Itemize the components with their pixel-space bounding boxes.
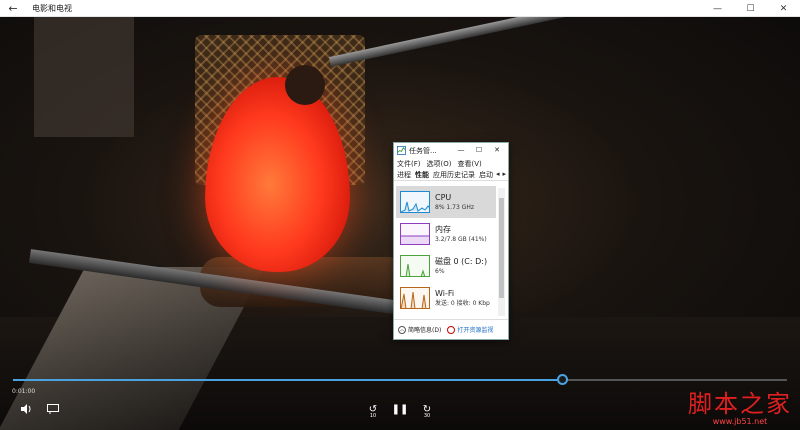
disk-graph <box>400 255 430 277</box>
tm-resource-list: CPU 8% 1.73 GHz 内存 3.2/7.8 GB (41%) 磁盘 0… <box>396 186 496 317</box>
chevron-up-icon: ︿ <box>398 325 406 334</box>
fewer-details-label: 简略信息(D) <box>408 327 442 334</box>
video-scene-wall <box>34 17 134 137</box>
tm-menu-bar: 文件(F) 选项(O) 查看(V) <box>394 158 508 169</box>
tm-footer: ︿ 简略信息(D) 打开资源监视 <box>394 319 508 339</box>
tm-tab-bar: 进程 性能 应用历史记录 启动 ◂ ▸ <box>394 169 508 181</box>
open-resource-monitor-link[interactable]: 打开资源监视 <box>447 325 493 334</box>
watermark-url: www.jb51.net <box>712 417 768 426</box>
tm-scrollbar[interactable] <box>498 188 505 316</box>
title-bar: ← 电影和电视 — ☐ ✕ <box>0 0 800 17</box>
tm-minimize-button[interactable]: — <box>452 143 470 158</box>
tm-close-button[interactable]: ✕ <box>488 143 506 158</box>
watermark: 脚本之家 www.jb51.net <box>688 391 792 426</box>
forward-seconds: 30 <box>423 413 431 419</box>
task-manager-window[interactable]: 任务管... — ☐ ✕ 文件(F) 选项(O) 查看(V) 进程 性能 应用历… <box>393 142 509 340</box>
tm-item-memory[interactable]: 内存 3.2/7.8 GB (41%) <box>396 218 496 250</box>
minimize-button[interactable]: — <box>701 0 734 17</box>
seek-thumb[interactable] <box>557 374 569 385</box>
resource-monitor-icon <box>447 325 456 334</box>
subtitles-icon <box>47 404 59 414</box>
maximize-button[interactable]: ☐ <box>734 0 767 17</box>
tab-scroll-left-icon[interactable]: ◂ <box>496 170 500 178</box>
subtitles-button[interactable] <box>45 401 61 417</box>
task-manager-icon <box>397 146 406 155</box>
back-button[interactable]: ← <box>0 0 26 17</box>
tm-maximize-button[interactable]: ☐ <box>470 143 488 158</box>
wifi-label: Wi-Fi <box>435 288 455 298</box>
rewind-button[interactable]: ↺ 10 <box>365 400 381 420</box>
tab-processes[interactable]: 进程 <box>397 170 411 180</box>
tm-title: 任务管... <box>409 146 437 155</box>
memory-label: 内存 <box>435 224 451 234</box>
wifi-graph <box>400 287 430 309</box>
tab-performance[interactable]: 性能 <box>415 170 429 180</box>
cpu-label: CPU <box>435 192 452 202</box>
tm-menu-file[interactable]: 文件(F) <box>397 159 421 169</box>
current-time: 0:01:00 <box>12 388 36 395</box>
volume-icon <box>21 404 31 414</box>
rewind-seconds: 10 <box>369 413 377 419</box>
watermark-text: 脚本之家 <box>688 390 792 418</box>
tab-startup[interactable]: 启动 <box>479 170 493 180</box>
tm-scrollbar-thumb[interactable] <box>499 198 504 298</box>
pause-button[interactable]: ❚❚ <box>391 400 409 418</box>
tm-item-cpu[interactable]: CPU 8% 1.73 GHz <box>396 186 496 218</box>
disk-label: 磁盘 0 (C: D:) <box>435 256 488 266</box>
tm-item-wifi[interactable]: Wi-Fi 发送: 0 接收: 0 Kbp <box>396 282 496 314</box>
tab-scroll-right-icon[interactable]: ▸ <box>502 170 506 178</box>
volume-button[interactable] <box>18 401 34 417</box>
open-resource-monitor-label: 打开资源监视 <box>457 327 494 334</box>
forward-button[interactable]: ↻ 30 <box>419 400 435 420</box>
video-scene-rod-top <box>328 17 625 67</box>
tab-app-history[interactable]: 应用历史记录 <box>433 170 475 180</box>
close-button[interactable]: ✕ <box>767 0 800 17</box>
cpu-detail: 8% 1.73 GHz <box>435 203 475 211</box>
tm-menu-view[interactable]: 查看(V) <box>457 159 481 169</box>
window-controls: — ☐ ✕ <box>701 0 800 17</box>
video-scene-tongs <box>285 65 325 105</box>
seek-bar[interactable] <box>13 379 787 381</box>
disk-detail: 6% <box>435 267 445 275</box>
tm-item-disk[interactable]: 磁盘 0 (C: D:) 6% <box>396 250 496 282</box>
seek-bar-fill <box>13 379 563 381</box>
cpu-graph <box>400 191 430 213</box>
wifi-detail: 发送: 0 接收: 0 Kbp <box>435 299 490 307</box>
pause-icon: ❚❚ <box>391 403 409 415</box>
fewer-details-button[interactable]: ︿ 简略信息(D) <box>398 325 441 334</box>
tm-menu-options[interactable]: 选项(O) <box>427 159 452 169</box>
tm-title-bar: 任务管... — ☐ ✕ <box>394 143 508 158</box>
app-title: 电影和电视 <box>32 3 72 13</box>
back-arrow-icon: ← <box>8 1 18 15</box>
memory-detail: 3.2/7.8 GB (41%) <box>435 235 487 243</box>
memory-graph <box>400 223 430 245</box>
